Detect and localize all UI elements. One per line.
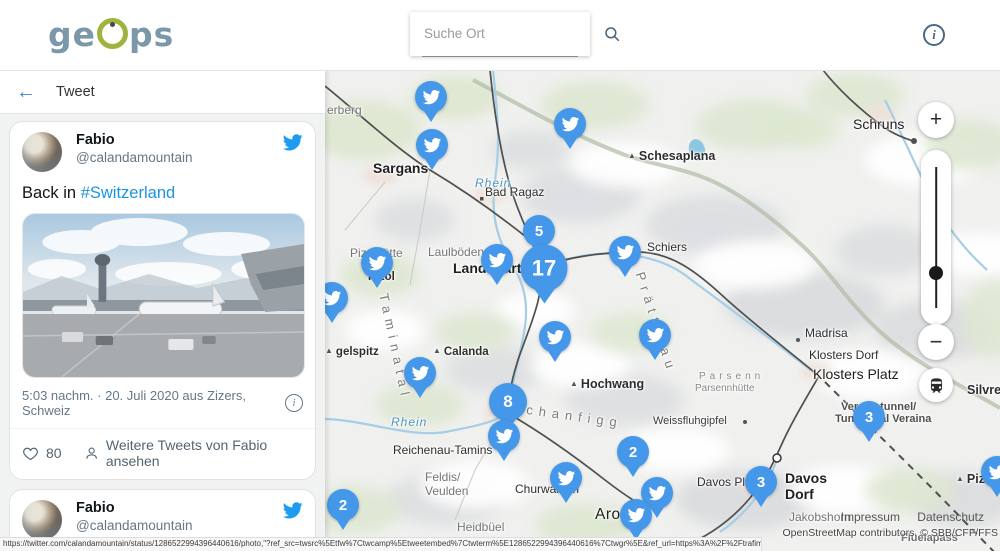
map-label: Davos <box>785 470 827 486</box>
tweet-marker[interactable] <box>550 462 582 494</box>
search-box <box>410 12 590 56</box>
more-tweets-link[interactable]: Weitere Tweets von Fabio ansehen <box>84 437 303 469</box>
map-label: Silvrett <box>967 383 1000 397</box>
map-label: Schiers <box>647 240 687 254</box>
map-label: Parsenn <box>699 371 764 382</box>
tweet-photo-airport[interactable] <box>22 213 305 378</box>
avatar <box>22 500 62 540</box>
twitter-icon[interactable] <box>282 132 303 153</box>
map-label: Madrisa <box>805 326 848 340</box>
tweet-cluster-marker[interactable]: 2 <box>617 436 649 468</box>
zoom-out-button[interactable]: − <box>918 324 954 360</box>
twitter-icon[interactable] <box>282 500 303 521</box>
tweet-info-icon[interactable]: i <box>285 394 303 412</box>
map-label: Dorf <box>785 486 814 502</box>
map-label: ▲gelspitz <box>325 346 379 358</box>
tweet-cluster-marker[interactable]: 5 <box>523 215 555 247</box>
browser-status-bar: https://twitter.com/calandamountain/stat… <box>0 537 762 551</box>
logo-text-ps: ps <box>129 15 174 54</box>
tweet-author-handle: @calandamountain <box>76 149 282 166</box>
zoom-slider-thumb[interactable] <box>929 266 943 280</box>
train-layer-button[interactable] <box>919 368 953 402</box>
search-icon[interactable] <box>603 25 621 43</box>
sidebar-title: Tweet <box>56 84 95 100</box>
train-icon <box>927 376 946 395</box>
tweet-author-name: Fabio <box>76 500 282 517</box>
map-label: Parsennhütte <box>695 383 755 394</box>
map-label: Sargans <box>373 160 428 176</box>
map-label: ▲Calanda <box>433 346 489 358</box>
map-label: Feldis/ <box>425 470 460 484</box>
tweet-cluster-marker[interactable]: 2 <box>327 489 359 521</box>
tweet-timestamp: 5:03 nachm. · 20. Juli 2020 aus Zizers, … <box>22 388 285 418</box>
logo-text-ge: ge <box>48 15 96 54</box>
map-label: Reichenau-Tamins <box>393 443 492 457</box>
map-label: ▲Hochwang <box>570 377 644 391</box>
map-canvas[interactable]: erberg Sargans Rhein Bad Ragaz Schruns ▲Sches… <box>325 70 1000 551</box>
impressum-link[interactable]: Impressum <box>841 510 900 524</box>
map-label: Heidbüel <box>457 520 504 534</box>
hashtag-link[interactable]: #Switzerland <box>81 184 175 202</box>
map-label: ▲Schesaplana <box>628 149 715 163</box>
tweet-cluster-marker[interactable]: 3 <box>853 401 885 433</box>
map-label: Bad Ragaz <box>485 185 544 199</box>
logo-o-icon <box>97 18 128 49</box>
tweet-card[interactable]: Fabio @calandamountain Back in #Switzerl… <box>9 121 316 480</box>
tweet-marker[interactable] <box>416 129 448 161</box>
tweet-sidebar: ← Tweet Fabio @calandamountain Back in #… <box>0 70 325 551</box>
like-count: 80 <box>46 445 62 461</box>
person-icon <box>84 445 99 462</box>
tweet-marker[interactable] <box>415 81 447 113</box>
map-label: erberg <box>327 103 362 117</box>
map-label: Laulböden <box>428 245 484 259</box>
map-label: Klosters Dorf <box>809 348 878 362</box>
sidebar-header: ← Tweet <box>0 70 325 114</box>
tweet-author-handle: @calandamountain <box>76 517 282 534</box>
zoom-slider[interactable] <box>921 150 951 325</box>
tweet-marker[interactable] <box>554 108 586 140</box>
app-header: geps i <box>0 0 1000 71</box>
map-attribution-links: Impressum Datenschutz <box>827 510 984 524</box>
zoom-slider-track <box>935 167 937 308</box>
map-label: Davos Pl <box>697 475 745 489</box>
tweet-marker[interactable] <box>404 357 436 389</box>
tweet-marker[interactable] <box>539 321 571 353</box>
map-label: Schruns <box>853 116 904 132</box>
heart-icon <box>22 445 39 462</box>
tweet-author-name: Fabio <box>76 132 282 149</box>
tweet-marker[interactable] <box>488 420 520 452</box>
divider <box>10 428 315 429</box>
tweet-marker[interactable] <box>609 236 641 268</box>
tweet-marker[interactable] <box>361 247 393 279</box>
back-button[interactable]: ← <box>16 82 36 102</box>
zoom-in-button[interactable]: + <box>918 102 954 138</box>
tweet-cluster-marker[interactable]: 17 <box>521 245 568 292</box>
map-label: Veulden <box>425 484 468 498</box>
datenschutz-link[interactable]: Datenschutz <box>917 510 984 524</box>
map-label: Klosters Platz <box>813 366 899 382</box>
tweet-text: Back in #Switzerland <box>22 183 303 204</box>
like-button[interactable]: 80 <box>22 445 62 462</box>
geops-logo[interactable]: geps <box>48 15 174 54</box>
search-input[interactable] <box>422 25 603 42</box>
tweet-cluster-marker[interactable]: 3 <box>745 466 777 498</box>
tweet-marker[interactable] <box>620 499 652 531</box>
map-label: Weissfluhgipfel <box>653 415 727 427</box>
map-label: Rhein <box>391 415 427 429</box>
tweet-cluster-marker[interactable]: 8 <box>489 383 527 421</box>
tweet-list: Fabio @calandamountain Back in #Switzerl… <box>0 114 325 551</box>
info-button[interactable]: i <box>923 24 945 46</box>
app-window: erberg Sargans Rhein Bad Ragaz Schruns ▲Sches… <box>0 0 1000 551</box>
avatar <box>22 132 62 172</box>
map-copyright: OpenStreetMap contributors, © SBB/CFF/FF… <box>783 527 998 539</box>
tweet-marker[interactable] <box>481 244 513 276</box>
tweet-marker[interactable] <box>639 319 671 351</box>
